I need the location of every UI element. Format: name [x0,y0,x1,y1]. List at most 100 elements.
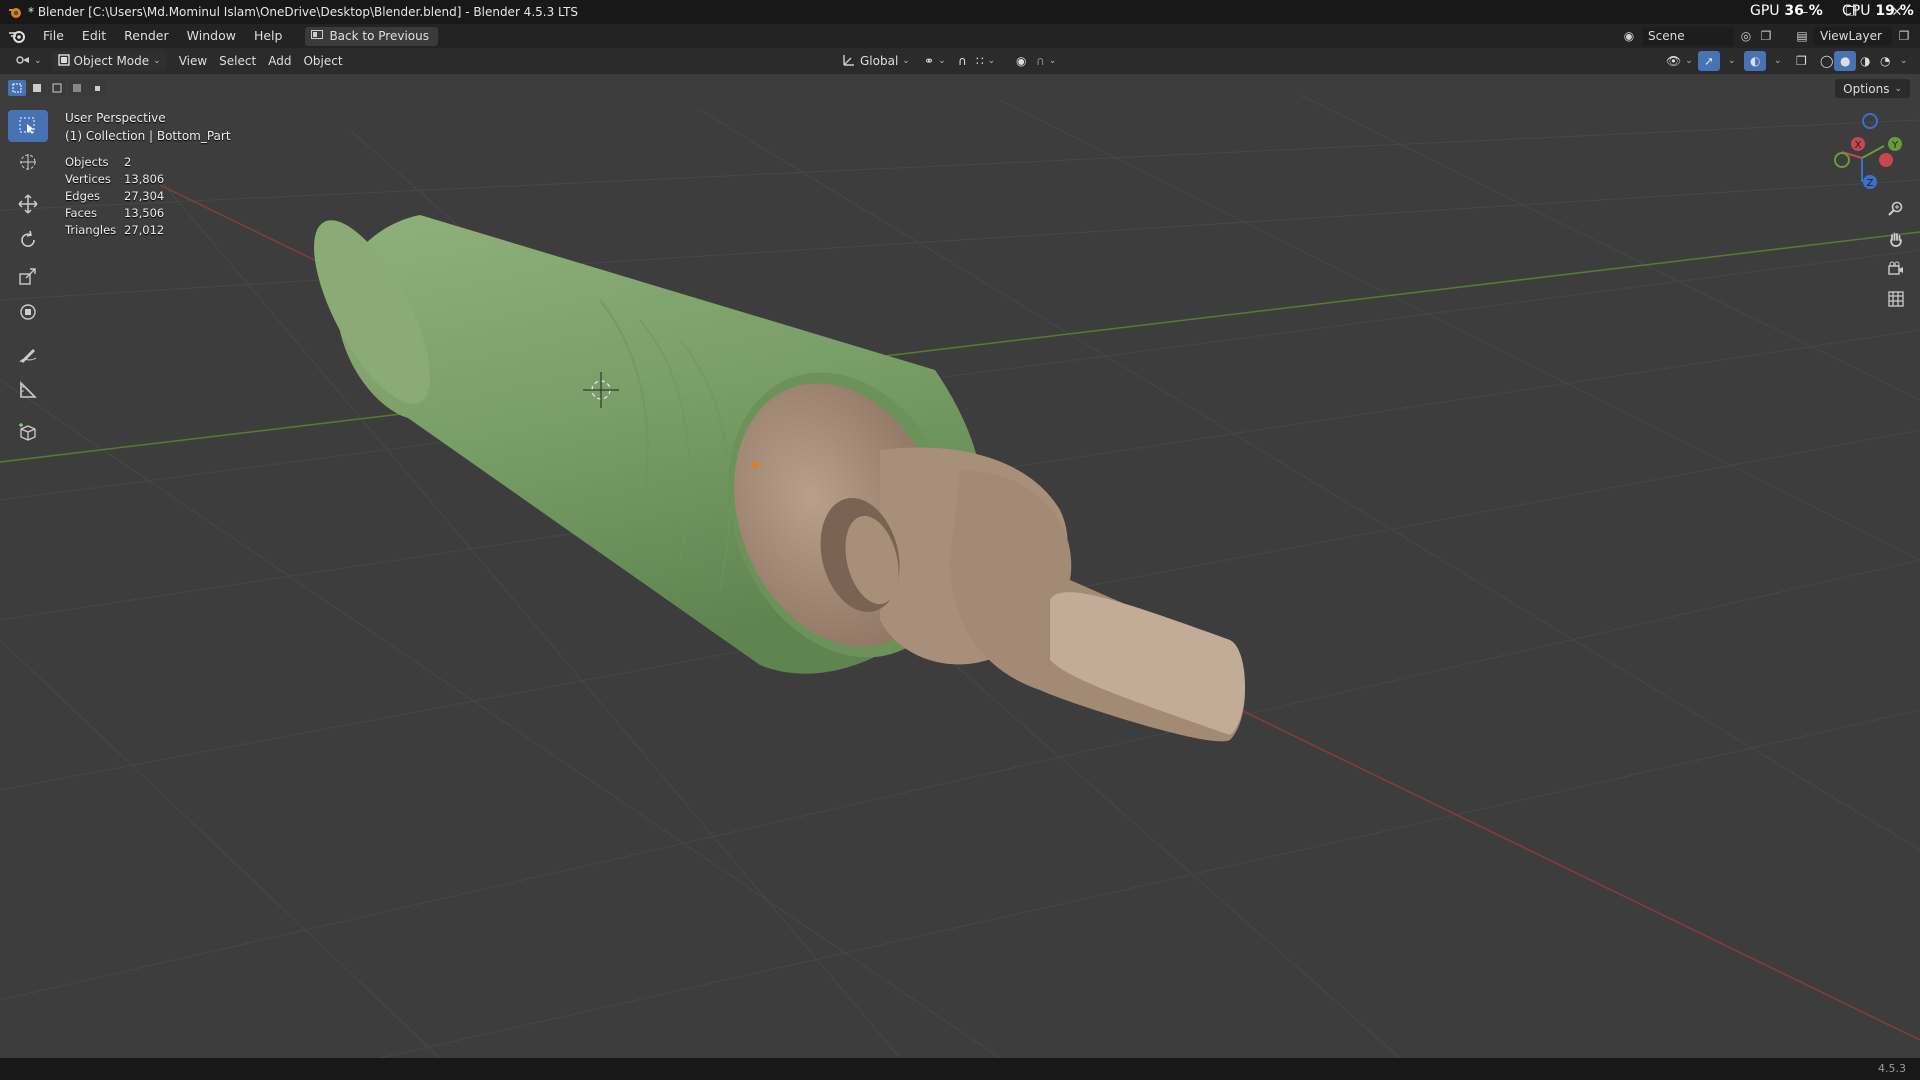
view-layer-field[interactable]: ViewLayer [1814,26,1892,46]
gizmo-neg-x[interactable] [1879,153,1893,167]
hand-icon[interactable] [1882,225,1910,253]
gizmo-toggle[interactable]: ➚ [1698,51,1721,71]
eye-icon: 👁 [1666,54,1682,68]
mode-dropdown[interactable]: Object Mode ⌄ [51,51,167,71]
options-dropdown[interactable]: Options ⌄ [1835,79,1910,98]
add-cube-icon[interactable] [8,416,48,448]
select-mode-strip [8,80,106,96]
chevron-down-icon: ⌄ [1685,56,1693,66]
pivot-icon: ⚭ [924,54,935,68]
stat-value: 27,304 [124,189,165,203]
top-menu-bar: File Edit Render Window Help Back to Pre… [0,24,1920,48]
perspective-label: User Perspective [65,111,166,125]
stat-value: 13,506 [124,206,165,220]
tan-nozzle-part[interactable] [696,351,1245,742]
grid-icon[interactable] [1882,285,1910,313]
zoom-icon[interactable] [1882,195,1910,223]
gizmo-neg-y[interactable] [1834,152,1850,168]
menu-add[interactable]: Add [262,51,297,71]
close-icon[interactable]: ✕ [1874,0,1920,24]
stat-label: Triangles [65,223,117,237]
cursor-icon[interactable] [8,146,48,178]
menu-view[interactable]: View [173,51,213,71]
object-mode-icon [57,53,70,69]
stat-row: Vertices 13,806 [65,171,164,188]
menu-help[interactable]: Help [245,24,292,48]
shading-dropdown[interactable]: ⌄ [1894,51,1914,71]
overlay-dropdown[interactable]: ⌄ [1768,51,1788,71]
gpu-label: GPU [1750,3,1780,19]
rendered-sphere-icon: ◔ [1880,54,1891,68]
stat-row: Triangles 27,012 [65,222,164,239]
menu-object[interactable]: Object [297,51,348,71]
viewport-header: ⌄ Object Mode ⌄ View Select Add Object G… [0,48,1920,74]
transform-icon[interactable] [8,296,48,328]
navigation-buttons [1882,195,1910,315]
options-label: Options [1843,81,1890,96]
scene-icon[interactable]: ◉ [1616,28,1642,44]
stat-label: Faces [65,206,97,220]
scene-field[interactable]: Scene [1642,26,1734,46]
falloff-icon: ∩ [1036,54,1045,68]
rotate-icon[interactable] [8,224,48,256]
viewport-info: User Perspective (1) Collection | Bottom… [65,109,231,145]
navigation-gizmo[interactable]: X Y Z [1820,108,1910,198]
collection-label: (1) Collection | Bottom_Part [65,129,231,143]
menu-render[interactable]: Render [115,24,178,48]
scene-name: Scene [1648,29,1685,43]
gizmo-icon: ➚ [1704,54,1715,68]
gizmo-neg-z[interactable] [1862,113,1878,129]
scale-icon[interactable] [8,260,48,292]
select-subtract-icon[interactable] [48,80,66,96]
select-intersect-icon[interactable] [88,80,106,96]
window-title: * Blender [C:\Users\Md.Mominul Islam\One… [28,5,579,19]
new-scene-icon[interactable]: ❐ [1758,28,1774,44]
menu-file[interactable]: File [34,24,73,48]
tool-shelf [8,110,48,452]
mode-label: Object Mode [73,54,150,68]
new-view-layer-icon[interactable]: ❐ [1896,28,1912,44]
3d-viewport[interactable] [0,74,1920,1058]
pin-icon[interactable]: ◎ [1738,28,1754,44]
restore-icon[interactable]: ❐ [1828,0,1874,24]
chevron-down-icon: ⌄ [34,56,42,66]
transform-orientation-dropdown[interactable]: Global ⌄ [836,51,916,71]
falloff-dropdown[interactable]: ∩ ⌄ [1030,51,1062,71]
menu-select[interactable]: Select [213,51,262,71]
camera-icon[interactable] [1882,255,1910,283]
pivot-point-dropdown[interactable]: ⚭ ⌄ [918,51,952,71]
select-box-icon[interactable] [8,110,48,142]
back-to-previous-button[interactable]: Back to Previous [305,26,438,46]
solid-sphere-icon: ● [1840,54,1851,68]
select-extend-icon[interactable] [28,80,46,96]
annotate-icon[interactable] [8,338,48,370]
view-layer-name: ViewLayer [1820,29,1882,43]
chevron-down-icon: ⌄ [1894,83,1902,94]
stat-label: Edges [65,189,100,203]
chevron-down-icon: ⌄ [1728,56,1736,66]
chevron-down-icon: ⌄ [987,56,996,66]
window-controls: – ❐ ✕ [1782,0,1920,24]
object-origin [752,462,758,468]
material-sphere-icon: ◑ [1860,54,1871,68]
select-invert-icon[interactable] [68,80,86,96]
overlay-toggle[interactable]: ◐ [1744,51,1767,71]
minimize-icon[interactable]: – [1782,0,1828,24]
blender-logo-icon[interactable] [0,24,34,48]
menu-window[interactable]: Window [178,24,245,48]
view-layer-icon[interactable]: ▤ [1794,28,1810,44]
stat-row: Edges 27,304 [65,188,164,205]
move-icon[interactable] [8,188,48,220]
select-new-icon[interactable] [8,80,26,96]
chevron-down-icon: ⌄ [1048,56,1057,66]
stat-row: Faces 13,506 [65,205,164,222]
gizmo-dropdown[interactable]: ⌄ [1722,51,1742,71]
editor-type-button[interactable]: ⌄ [8,51,48,71]
xray-toggle[interactable]: ❐ [1790,51,1813,71]
chevron-down-icon: ⌄ [1774,56,1782,66]
snap-target-dropdown[interactable]: ∷ ⌄ [970,51,1001,71]
menu-edit[interactable]: Edit [73,24,115,48]
stat-value: 2 [124,155,132,169]
visibility-dropdown[interactable]: 👁 ⌄ [1660,51,1699,71]
measure-icon[interactable] [8,374,48,406]
